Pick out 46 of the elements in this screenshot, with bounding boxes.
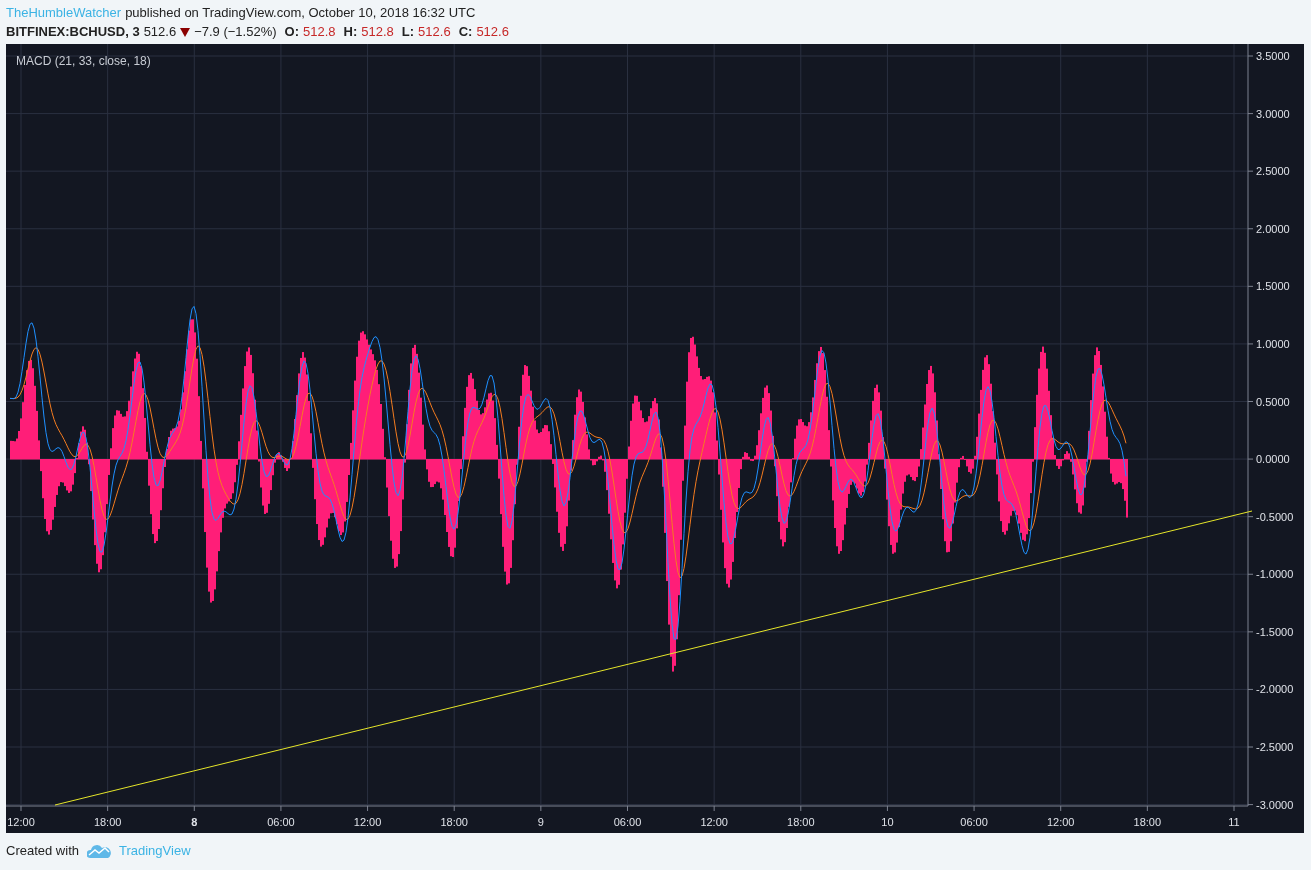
symbol-label: BITFINEX:BCHUSD, 3 — [6, 23, 140, 41]
x-axis-label: 06:00 — [960, 816, 988, 828]
y-axis-label: 0.5000 — [1256, 395, 1290, 408]
x-axis-label: 06:00 — [267, 816, 295, 828]
x-axis-label: 8 — [191, 816, 198, 828]
y-axis-label: 2.0000 — [1256, 222, 1290, 235]
tradingview-link[interactable]: TradingView — [119, 843, 191, 858]
x-axis-label: 11 — [1228, 816, 1240, 828]
x-axis-label: 18:00 — [1133, 816, 1162, 828]
author-link[interactable]: TheHumbleWatcher — [6, 3, 122, 22]
cloud-logo-icon — [87, 843, 111, 858]
ohlc-value: 512.8 — [361, 23, 394, 41]
ohlc-value: 512.6 — [476, 23, 509, 41]
y-axis-label: -2.0000 — [1256, 683, 1294, 696]
ohlc-value: 512.6 — [418, 23, 451, 41]
price-change: −7.9 (−1.52%) — [194, 23, 277, 41]
ohlc-label: H: — [343, 23, 358, 41]
x-axis-label: 12:00 — [700, 816, 728, 828]
x-axis-label: 12:00 — [1046, 816, 1075, 828]
y-axis-label: 2.5000 — [1256, 165, 1290, 178]
price-value: 512.6 — [143, 23, 177, 41]
ohlc-label: C: — [458, 23, 473, 41]
x-axis-label: 10 — [881, 816, 894, 828]
x-axis-label: 18:00 — [787, 816, 815, 828]
created-with-text: Created with — [6, 843, 79, 858]
x-axis-label: 9 — [537, 816, 544, 828]
x-axis-label: 18:00 — [440, 816, 468, 828]
y-axis-label: 3.5000 — [1256, 50, 1290, 62]
y-axis-label: 1.0000 — [1256, 337, 1290, 350]
ohlc-value: 512.8 — [303, 23, 336, 41]
y-axis-label: -1.0000 — [1256, 568, 1294, 581]
y-axis-label: -2.5000 — [1256, 741, 1294, 753]
y-axis-label: -0.5000 — [1256, 510, 1294, 523]
y-axis-label: -3.0000 — [1256, 798, 1294, 811]
x-axis-label: 06:00 — [613, 816, 642, 828]
indicator-label: MACD (21, 33, close, 18) — [16, 54, 151, 68]
y-axis-label: 3.0000 — [1256, 107, 1290, 120]
y-axis-label: 1.5000 — [1256, 280, 1290, 293]
x-axis-label: 12:00 — [353, 816, 382, 828]
published-text: published on TradingView.com, October 10, 2018 16:32 UTC — [125, 4, 476, 22]
x-axis-label: 18:00 — [93, 816, 122, 828]
x-axis-label: 12:00 — [7, 816, 35, 828]
y-axis-label: -1.5000 — [1256, 625, 1294, 638]
y-axis-label: 0.0000 — [1256, 453, 1290, 466]
ohlc-label: L: — [401, 23, 415, 41]
ohlc-label: O: — [284, 23, 299, 41]
